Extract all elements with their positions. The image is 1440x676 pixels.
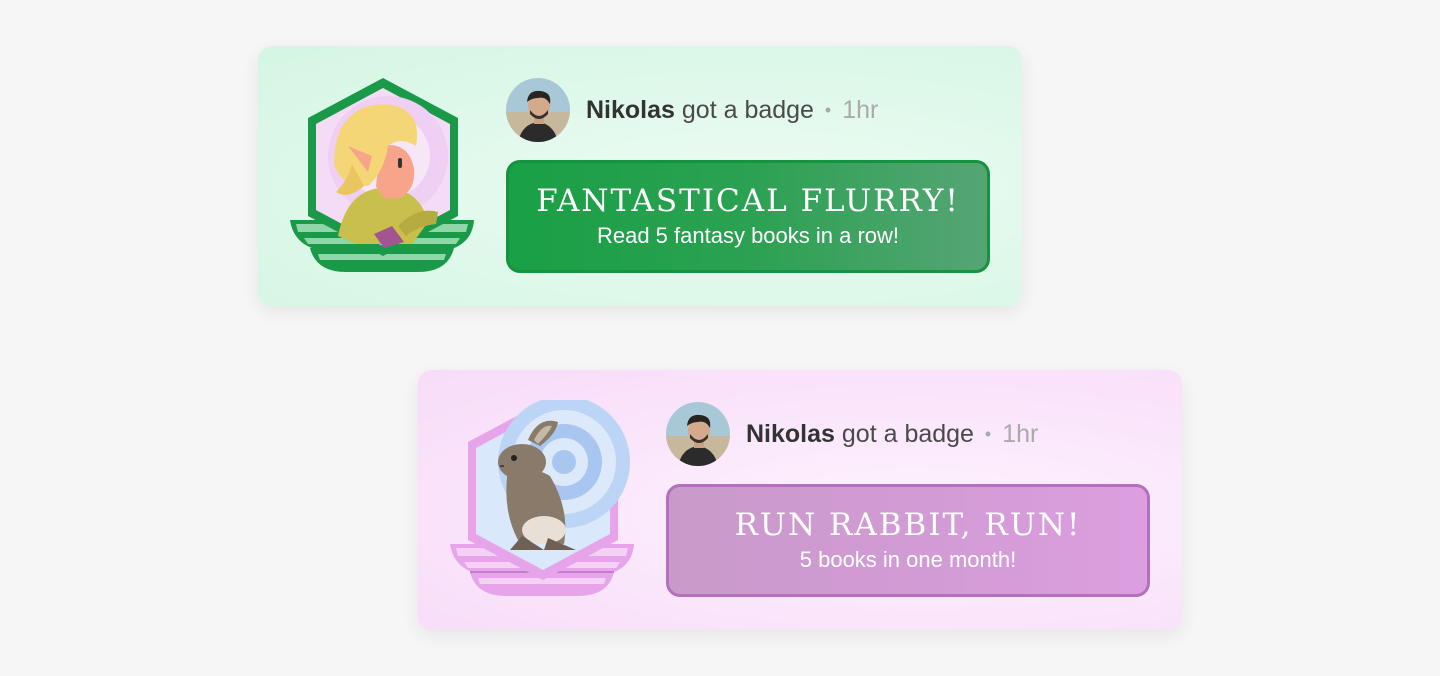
badge-description: Read 5 fantasy books in a row!: [596, 223, 900, 248]
avatar[interactable]: [666, 402, 730, 466]
user-name[interactable]: Nikolas: [586, 96, 675, 124]
badge-card-fantastical-flurry[interactable]: Nikolas got a badge • 1hr FANTASTICAL FL…: [258, 46, 1022, 306]
activity-header: Nikolas got a badge • 1hr: [506, 78, 878, 142]
action-text: got a badge: [681, 95, 814, 124]
badge-description: 5 books in one month!: [799, 547, 1017, 572]
activity-header: Nikolas got a badge • 1hr: [666, 402, 1038, 466]
achievement-banner[interactable]: FANTASTICAL FLURRY! Read 5 fantasy books…: [506, 160, 990, 273]
rabbit-badge-icon: [448, 396, 638, 600]
user-name[interactable]: Nikolas: [746, 420, 835, 448]
elf-badge-icon: [288, 76, 478, 276]
avatar[interactable]: [506, 78, 570, 142]
action-text: got a badge: [841, 419, 974, 448]
badge-title: FANTASTICAL FLURRY!: [536, 183, 960, 219]
activity-text: Nikolas got a badge • 1hr: [746, 420, 1038, 449]
timestamp: 1hr: [1002, 419, 1039, 448]
activity-text: Nikolas got a badge • 1hr: [586, 96, 878, 125]
badge-card-run-rabbit-run[interactable]: Nikolas got a badge • 1hr RUN RABBIT, RU…: [418, 370, 1182, 630]
achievement-banner[interactable]: RUN RABBIT, RUN! 5 books in one month!: [666, 484, 1150, 597]
timestamp: 1hr: [842, 95, 879, 124]
badge-title: RUN RABBIT, RUN!: [734, 507, 1082, 543]
separator-dot: •: [984, 423, 992, 444]
separator-dot: •: [824, 99, 832, 120]
